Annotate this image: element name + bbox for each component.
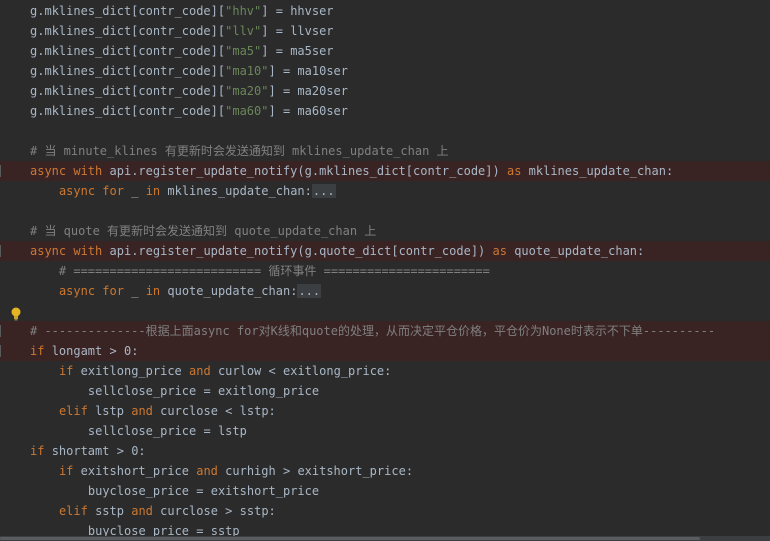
code-line[interactable]: # 当 minute_klines 有更新时会发送通知到 mklines_upd… [0,141,770,161]
code-text: # ========================== 循环事件 ======… [58,264,490,278]
code-line[interactable]: async with api.register_update_notify(g.… [0,161,770,181]
code-text: sellclose_price = lstp [87,424,247,438]
code-line[interactable] [0,121,770,141]
code-text: buyclose_price = exitshort_price [87,484,320,498]
code-line[interactable] [0,201,770,221]
scrollbar-thumb[interactable] [0,537,700,540]
code-text: # --------------根据上面async for对K线和quote的处… [30,324,716,338]
code-text: g.mklines_dict[contr_code]["hhv"] = hhvs… [30,4,334,18]
code-text: g.mklines_dict[contr_code]["ma60"] = ma6… [30,104,348,118]
code-text: async for _ in quote_update_chan:... [58,284,322,298]
lightbulb-icon[interactable] [10,306,22,322]
code-line[interactable]: async for _ in mklines_update_chan:... [0,181,770,201]
code-text: if longamt > 0: [30,344,139,358]
code-line[interactable]: async with api.register_update_notify(g.… [0,241,770,261]
code-line[interactable]: g.mklines_dict[contr_code]["ma60"] = ma6… [0,101,770,121]
code-line[interactable]: g.mklines_dict[contr_code]["ma5"] = ma5s… [0,41,770,61]
code-line[interactable]: # 当 quote 有更新时会发送通知到 quote_update_chan 上 [0,221,770,241]
code-line[interactable]: g.mklines_dict[contr_code]["llv"] = llvs… [0,21,770,41]
code-line[interactable]: g.mklines_dict[contr_code]["ma20"] = ma2… [0,81,770,101]
code-line[interactable]: if shortamt > 0: [0,441,770,461]
code-text: async with api.register_update_notify(g.… [30,164,674,178]
code-text: elif lstp and curclose < lstp: [58,404,276,418]
code-text: if exitshort_price and curhigh > exitsho… [58,464,414,478]
code-text: # 当 minute_klines 有更新时会发送通知到 mklines_upd… [30,144,449,158]
code-line[interactable]: sellclose_price = lstp [0,421,770,441]
code-text: g.mklines_dict[contr_code]["ma10"] = ma1… [30,64,348,78]
code-line[interactable]: if longamt > 0: [0,341,770,361]
code-line[interactable]: elif lstp and curclose < lstp: [0,401,770,421]
gutter-marker [0,165,1,177]
code-text: async for _ in mklines_update_chan:... [58,184,336,198]
code-line[interactable]: # ========================== 循环事件 ======… [0,261,770,281]
code-text: if shortamt > 0: [30,444,146,458]
code-text: g.mklines_dict[contr_code]["ma20"] = ma2… [30,84,348,98]
code-text: sellclose_price = exitlong_price [87,384,320,398]
gutter-marker [0,345,1,357]
code-line[interactable]: if exitshort_price and curhigh > exitsho… [0,461,770,481]
gutter-marker [0,325,1,337]
code-line[interactable]: async for _ in quote_update_chan:... [0,281,770,301]
horizontal-scrollbar[interactable] [0,536,770,541]
code-editor[interactable]: g.mklines_dict[contr_code]["hhv"] = hhvs… [0,0,770,541]
code-text: elif sstp and curclose > sstp: [58,504,276,518]
code-line[interactable] [0,301,770,321]
code-line[interactable]: sellclose_price = exitlong_price [0,381,770,401]
code-text: g.mklines_dict[contr_code]["llv"] = llvs… [30,24,334,38]
code-line[interactable]: g.mklines_dict[contr_code]["ma10"] = ma1… [0,61,770,81]
code-text: # 当 quote 有更新时会发送通知到 quote_update_chan 上 [30,224,377,238]
code-text: async with api.register_update_notify(g.… [30,244,645,258]
code-line[interactable]: g.mklines_dict[contr_code]["hhv"] = hhvs… [0,1,770,21]
code-line[interactable]: # --------------根据上面async for对K线和quote的处… [0,321,770,341]
code-line[interactable]: buyclose_price = exitshort_price [0,481,770,501]
code-text: g.mklines_dict[contr_code]["ma5"] = ma5s… [30,44,334,58]
code-line[interactable]: if exitlong_price and curlow < exitlong_… [0,361,770,381]
code-line[interactable]: elif sstp and curclose > sstp: [0,501,770,521]
gutter-marker [0,245,1,257]
code-text: if exitlong_price and curlow < exitlong_… [58,364,392,378]
